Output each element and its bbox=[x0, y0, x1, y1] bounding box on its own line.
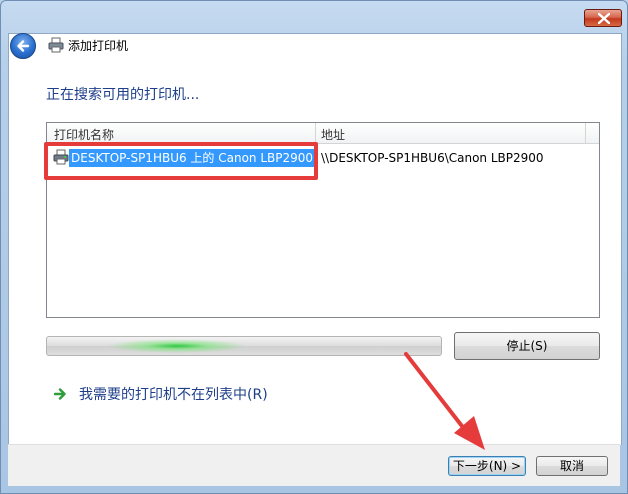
cancel-button[interactable]: 取消 bbox=[536, 456, 608, 476]
search-progress-bar bbox=[46, 336, 442, 356]
green-arrow-icon bbox=[54, 388, 66, 400]
close-button[interactable] bbox=[584, 9, 622, 27]
column-header-address[interactable]: 地址 bbox=[321, 126, 345, 143]
annotation-highlight-box bbox=[44, 142, 318, 180]
column-divider[interactable] bbox=[585, 123, 586, 143]
printer-icon bbox=[48, 37, 64, 53]
not-listed-link-text[interactable]: 我需要的打印机不在列表中(R) bbox=[79, 384, 268, 404]
column-header-printer-name[interactable]: 打印机名称 bbox=[54, 126, 114, 143]
dialog-footer bbox=[8, 444, 620, 486]
stop-button[interactable]: 停止(S) bbox=[454, 332, 600, 360]
printer-address-cell: \\DESKTOP-SP1HBU6\Canon LBP2900 bbox=[321, 151, 544, 165]
list-header: 打印机名称 地址 bbox=[47, 123, 599, 144]
back-button[interactable] bbox=[10, 33, 36, 59]
window-title: 添加打印机 bbox=[68, 39, 129, 53]
back-arrow-icon bbox=[17, 40, 30, 52]
page-heading: 正在搜索可用的打印机... bbox=[46, 87, 200, 103]
close-x-icon bbox=[598, 13, 610, 24]
progress-glow bbox=[107, 339, 247, 353]
next-button[interactable]: 下一步(N) > bbox=[448, 456, 526, 476]
column-divider[interactable] bbox=[315, 123, 316, 143]
